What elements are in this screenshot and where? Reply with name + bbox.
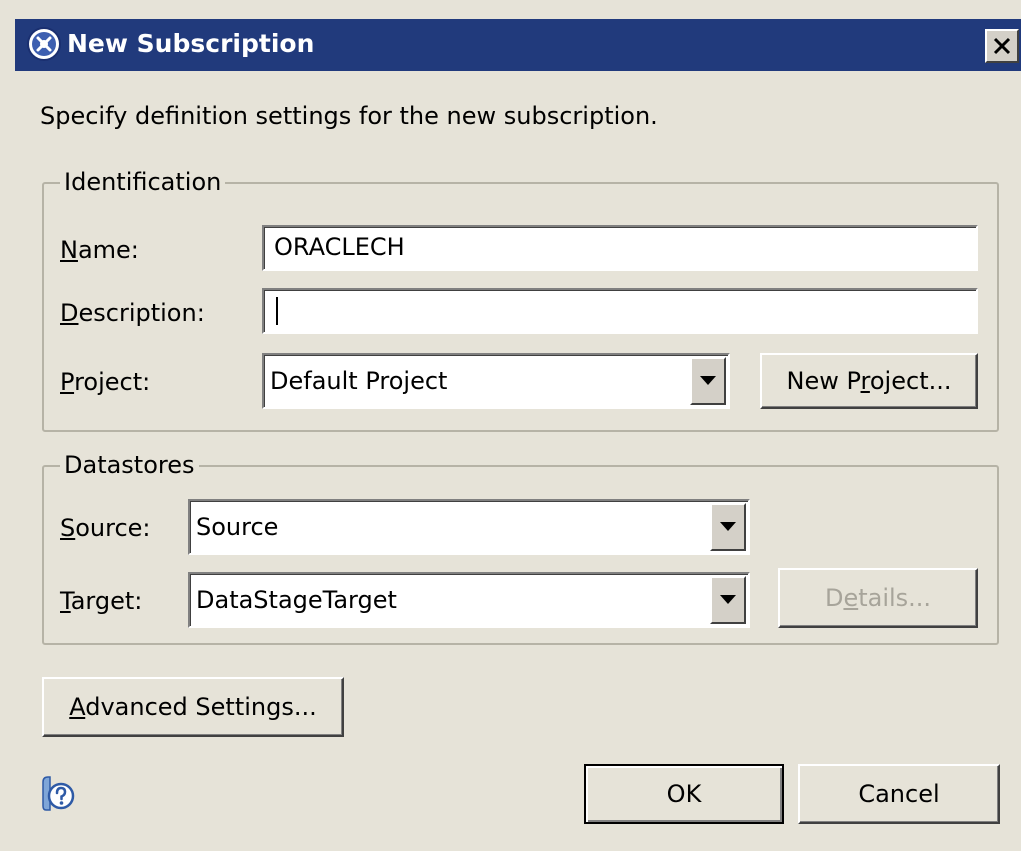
project-selected-value: Default Project xyxy=(270,367,448,395)
project-label: Project: xyxy=(60,368,151,396)
chevron-down-icon xyxy=(720,522,736,531)
source-dropdown-button[interactable] xyxy=(710,503,746,551)
text-caret xyxy=(276,297,278,325)
cancel-button[interactable]: Cancel xyxy=(798,764,1000,824)
new-subscription-dialog: New Subscription Specify definition sett… xyxy=(0,0,1021,851)
ok-button[interactable]: OK xyxy=(584,764,784,824)
subscription-app-icon xyxy=(27,27,61,61)
description-label: Description: xyxy=(60,299,205,327)
source-selected-value: Source xyxy=(196,513,279,541)
identification-legend: Identification xyxy=(60,164,226,200)
description-input[interactable] xyxy=(262,288,978,334)
advanced-settings-button[interactable]: Advanced Settings... xyxy=(42,677,344,737)
help-icon[interactable] xyxy=(37,774,77,814)
close-icon xyxy=(993,37,1011,55)
details-button[interactable]: Details... xyxy=(778,568,978,628)
title-bar[interactable]: New Subscription xyxy=(15,19,1021,71)
project-dropdown-button[interactable] xyxy=(690,357,726,405)
target-select[interactable]: DataStageTarget xyxy=(188,572,750,628)
target-dropdown-button[interactable] xyxy=(710,576,746,624)
source-label: Source: xyxy=(60,514,151,542)
project-select[interactable]: Default Project xyxy=(262,353,730,409)
source-select[interactable]: Source xyxy=(188,499,750,555)
target-selected-value: DataStageTarget xyxy=(196,586,397,614)
datastores-legend: Datastores xyxy=(60,447,199,483)
name-input[interactable]: ORACLECH xyxy=(262,225,978,271)
close-button[interactable] xyxy=(985,29,1019,63)
new-project-button[interactable]: New Project... xyxy=(760,353,978,409)
instruction-text: Specify definition settings for the new … xyxy=(40,102,658,130)
chevron-down-icon xyxy=(720,595,736,604)
chevron-down-icon xyxy=(700,376,716,385)
name-label: Name: xyxy=(60,236,139,264)
target-label: Target: xyxy=(60,587,143,615)
window-title: New Subscription xyxy=(67,29,315,58)
